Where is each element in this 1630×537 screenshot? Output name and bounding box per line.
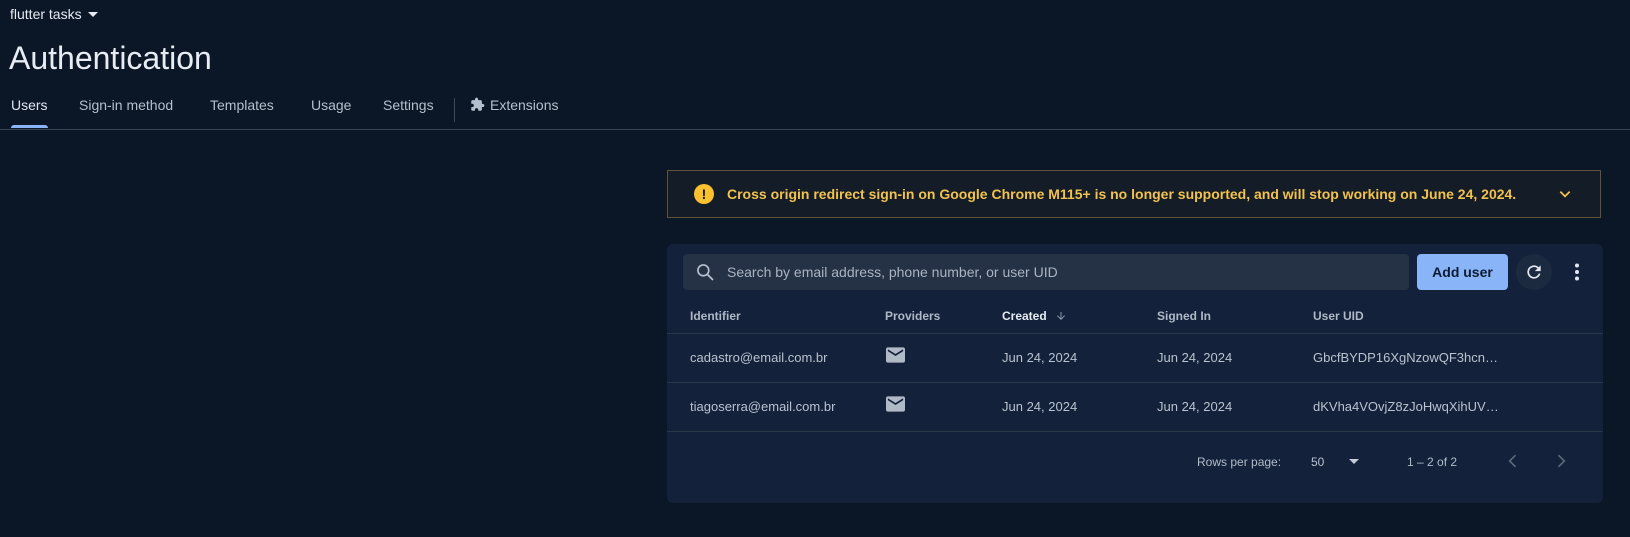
puzzle-icon [471, 97, 485, 111]
more-options-button[interactable] [1565, 254, 1589, 290]
tab-usage[interactable]: Usage [311, 92, 351, 128]
cell-user-uid: GbcfBYDP16XgNzowQF3hcnf... [1313, 350, 1499, 365]
cell-identifier: tiagoserra@email.com.br [690, 399, 836, 414]
tab-bar: Users Sign-in method Templates Usage Set… [0, 92, 1630, 130]
column-created[interactable]: Created [1002, 309, 1067, 323]
page-range: 1 – 2 of 2 [1407, 455, 1458, 469]
search-box [683, 254, 1409, 290]
column-signed-in[interactable]: Signed In [1157, 309, 1211, 323]
rows-per-page-label: Rows per page: [1197, 455, 1282, 469]
column-providers: Providers [885, 309, 941, 323]
more-vert-icon [1575, 263, 1579, 281]
chevron-left-icon[interactable] [1503, 451, 1523, 471]
page-title: Authentication [9, 40, 212, 76]
column-user-uid: User UID [1313, 309, 1364, 323]
caret-down-icon [87, 12, 98, 17]
cell-signed-in: Jun 24, 2024 [1157, 399, 1233, 414]
search-icon [697, 264, 714, 281]
search-input[interactable] [725, 263, 1369, 281]
tab-users[interactable]: Users [11, 92, 48, 128]
tab-extensions[interactable]: Extensions [470, 92, 558, 128]
warning-icon: ! [694, 184, 714, 204]
column-created-label: Created [1002, 309, 1047, 323]
table-row[interactable]: cadastro@email.com.br Jun 24, 2024 Jun 2… [667, 334, 1603, 383]
table-row[interactable]: tiagoserra@email.com.br Jun 24, 2024 Jun… [667, 383, 1603, 432]
rows-per-page-value: 50 [1311, 455, 1325, 469]
cell-created: Jun 24, 2024 [1002, 399, 1078, 414]
refresh-button[interactable] [1516, 254, 1552, 290]
mail-icon [886, 347, 905, 363]
column-identifier[interactable]: Identifier [690, 309, 741, 323]
cell-user-uid: dKVha4VOvjZ8zJoHwqXihUVg... [1313, 399, 1499, 414]
refresh-icon [1527, 265, 1541, 279]
caret-down-icon [1349, 459, 1359, 464]
users-table: Identifier Providers Created Signed In U… [667, 300, 1603, 432]
chevron-down-icon[interactable] [1558, 187, 1572, 201]
table-header: Identifier Providers Created Signed In U… [667, 300, 1603, 334]
mail-icon [886, 396, 905, 412]
warning-banner: ! Cross origin redirect sign-in on Googl… [667, 170, 1601, 218]
cell-created: Jun 24, 2024 [1002, 350, 1078, 365]
pagination: Rows per page: 50 1 – 2 of 2 [667, 447, 1603, 477]
add-user-button[interactable]: Add user [1417, 254, 1508, 290]
tab-templates[interactable]: Templates [210, 92, 274, 128]
tab-settings[interactable]: Settings [383, 92, 434, 128]
tab-divider [454, 98, 455, 122]
cell-signed-in: Jun 24, 2024 [1157, 350, 1233, 365]
users-card: Add user Identifier Providers Created Si… [667, 244, 1603, 503]
project-name: flutter tasks [10, 6, 82, 22]
tab-sign-in-method[interactable]: Sign-in method [79, 92, 173, 128]
project-switcher[interactable]: flutter tasks [10, 6, 98, 22]
chevron-right-icon[interactable] [1551, 451, 1571, 471]
tab-extensions-label: Extensions [490, 97, 559, 113]
rows-per-page-select[interactable]: 50 [1311, 449, 1361, 473]
cell-identifier: cadastro@email.com.br [690, 350, 828, 365]
arrow-down-icon [1056, 312, 1065, 320]
banner-message: Cross origin redirect sign-in on Google … [727, 186, 1517, 202]
